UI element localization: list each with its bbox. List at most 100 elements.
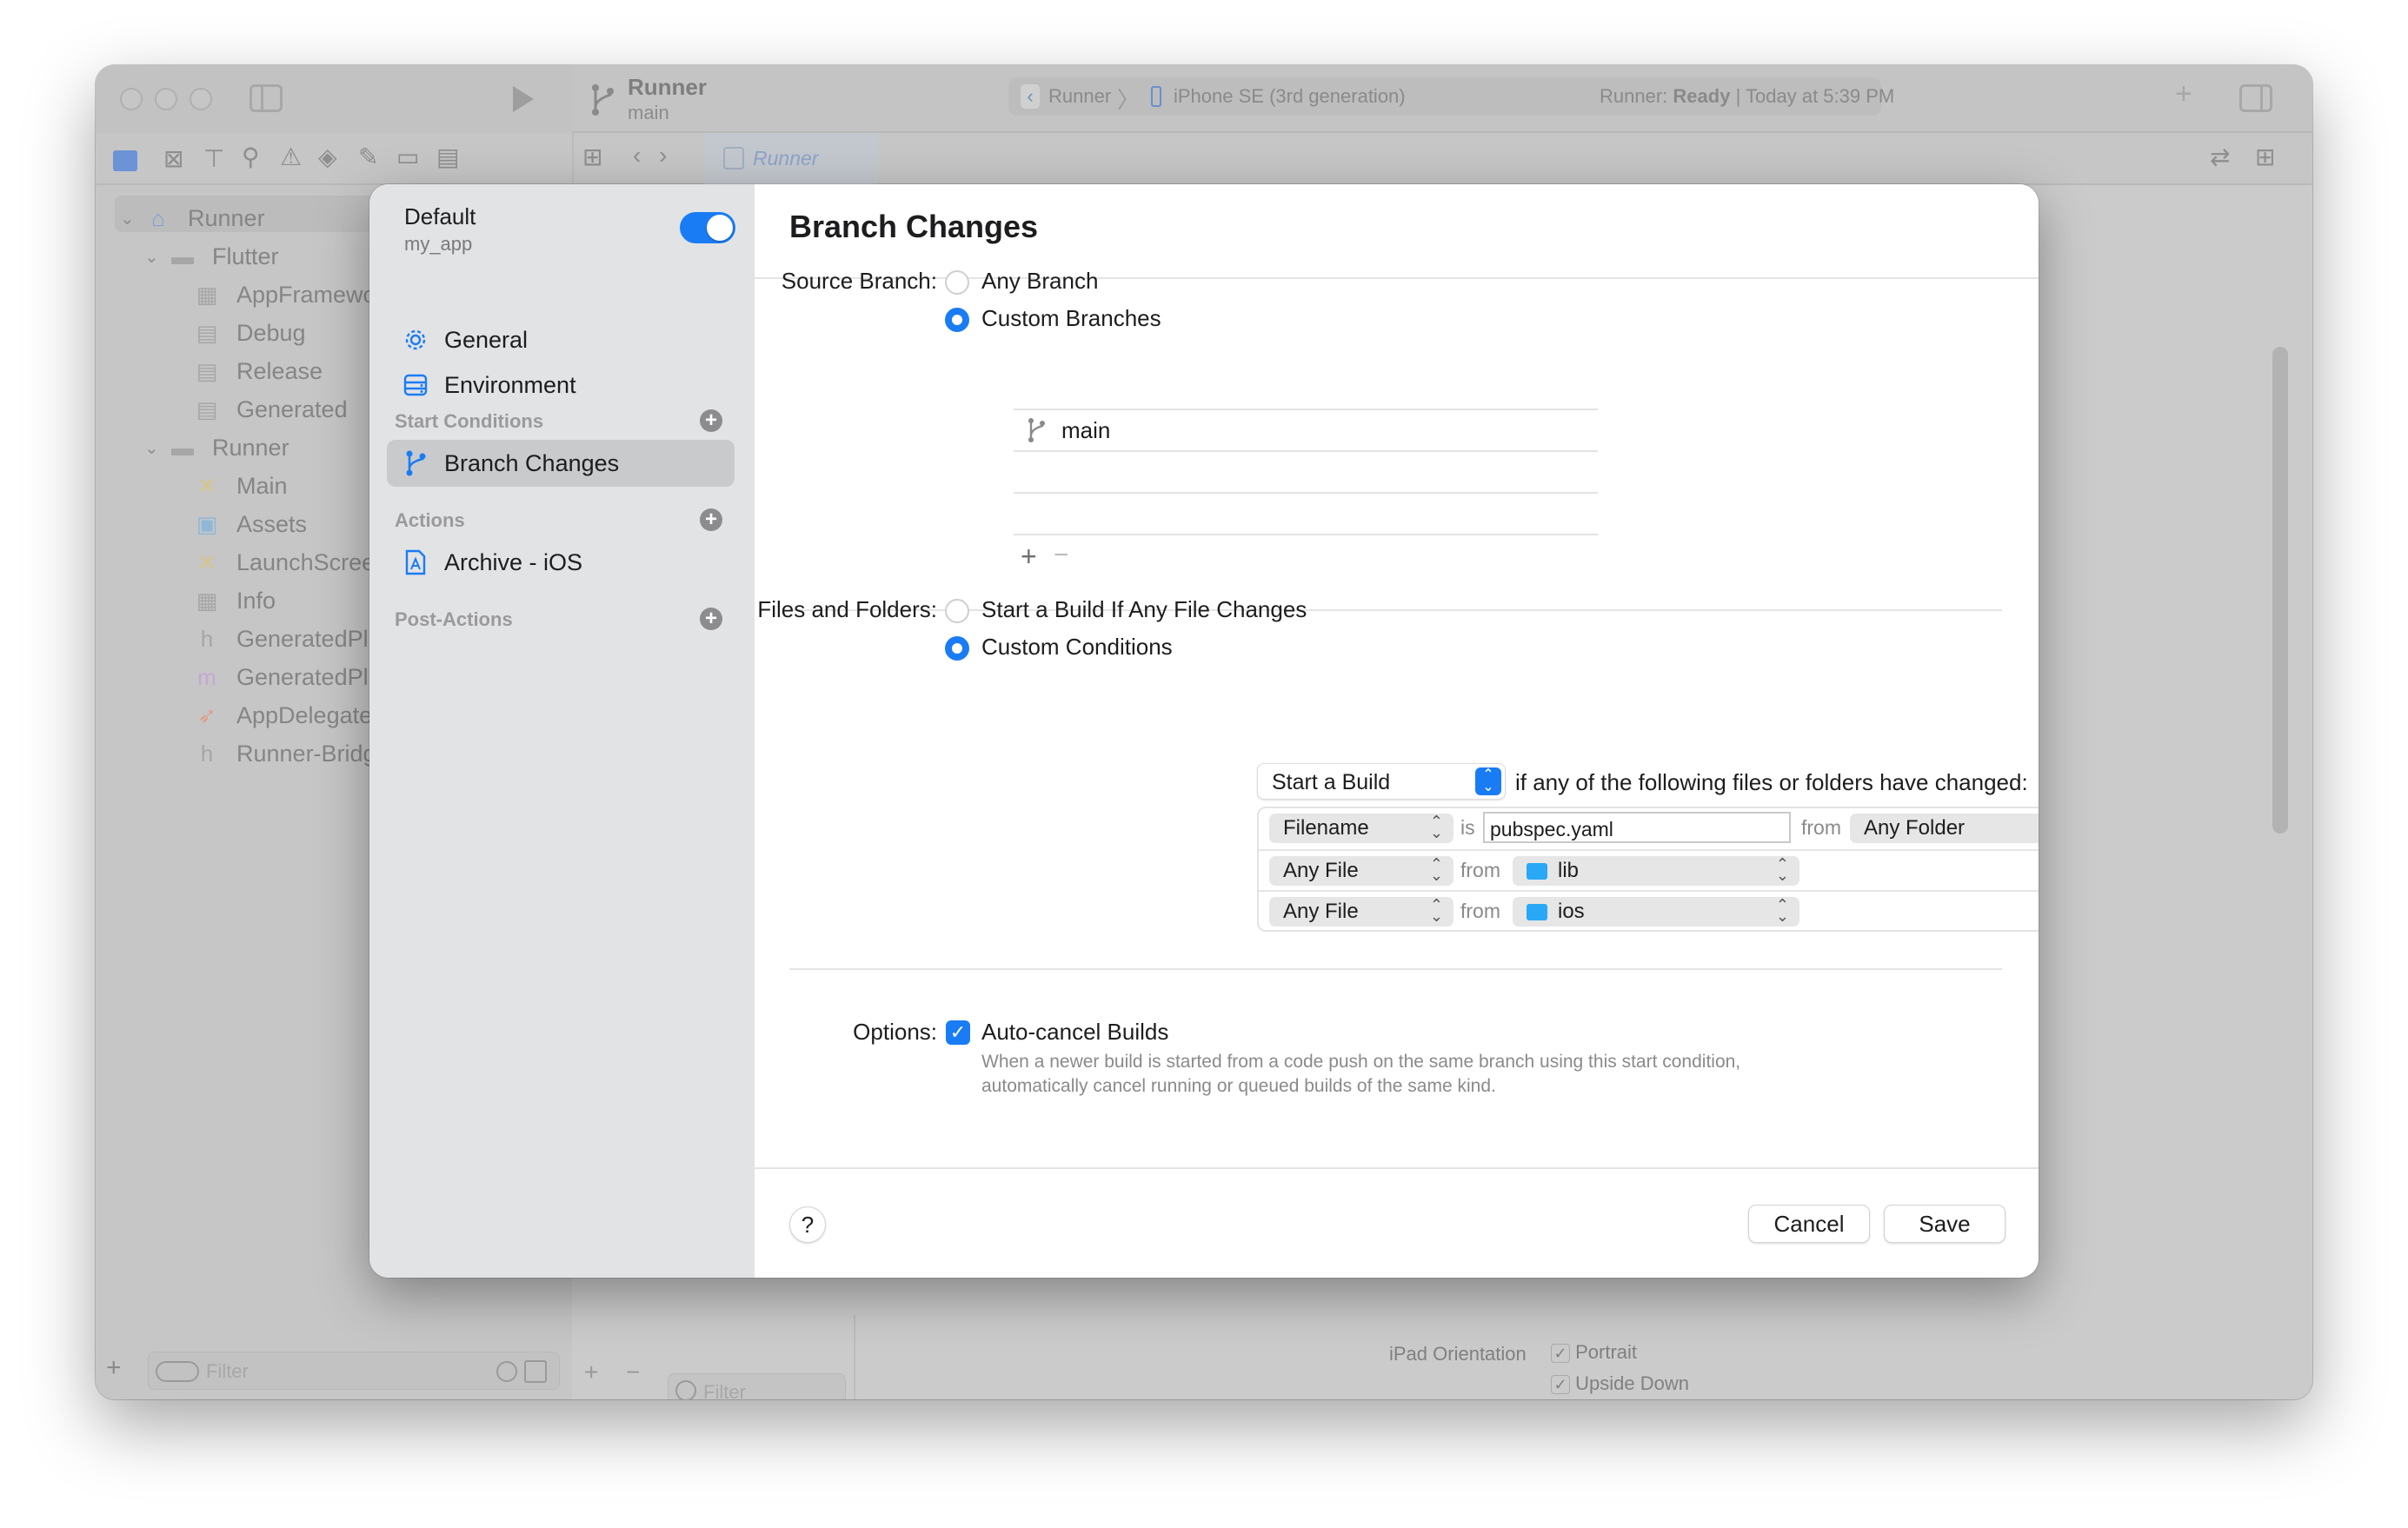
debug-navigator-tab[interactable]: ✎ [358, 145, 378, 169]
report-navigator-tab[interactable]: ▤ [436, 145, 459, 169]
navigator-item[interactable]: ▦ Info [169, 581, 276, 620]
symbol-navigator-tab[interactable]: ⊤ [203, 147, 224, 171]
build-action-value: Start a Build [1272, 770, 1391, 794]
sidebar-item-branch-changes[interactable]: Branch Changes [387, 440, 735, 487]
test-navigator-tab[interactable]: ◈ [318, 145, 337, 169]
navigator-item[interactable]: ▤ Generated [169, 390, 348, 429]
navigator-item[interactable]: h GeneratedPlu [169, 620, 382, 658]
scheme-name[interactable]: Runner [628, 74, 707, 101]
related-items-button[interactable]: ⊞ [582, 145, 602, 169]
editor-tab-runner[interactable]: Runner [704, 133, 878, 185]
custom-conditions-label[interactable]: Custom Conditions [981, 634, 1173, 661]
navigator-item[interactable]: ✕ LaunchScreen [169, 543, 388, 581]
condition-type-popup[interactable]: Any File ⌃ ⌄ [1269, 897, 1453, 927]
section-divider [789, 609, 2002, 611]
run-destination[interactable]: iPhone SE (3rd generation) [1174, 85, 1406, 108]
folder-popup[interactable]: lib ⌃ ⌄ [1513, 856, 1799, 886]
section-actions: Actions [395, 509, 465, 531]
navigator-item[interactable]: h Runner-Bridg [169, 734, 376, 773]
add-branch-button[interactable]: + [1021, 541, 1037, 573]
navigator-item[interactable]: ⌄ ⌂ Runner [120, 199, 265, 237]
project-navigator-tab[interactable] [113, 150, 137, 171]
add-library-button[interactable]: + [2175, 77, 2192, 111]
save-button[interactable]: Save [1884, 1205, 2006, 1243]
swap-arrows-icon[interactable]: ⇄ [2210, 145, 2230, 169]
workflow-enabled-toggle[interactable] [680, 212, 735, 243]
navigator-item[interactable]: ⌄ ▬ Runner [144, 429, 289, 467]
navigator-item[interactable]: ➶ AppDelegate [169, 696, 372, 734]
popup-arrows-icon: ⌃ ⌄ [1475, 767, 1501, 795]
navigator-item-label: Info [236, 587, 276, 614]
remove-target-button[interactable]: − [626, 1359, 640, 1386]
folder-popup[interactable]: Any Folder⌃⌄ [1850, 814, 2039, 843]
add-editor-button[interactable]: ⊞ [2255, 145, 2275, 169]
custom-branches-label[interactable]: Custom Branches [981, 305, 1161, 332]
disclosure-chevron-icon[interactable]: ⌄ [120, 208, 141, 229]
back-button[interactable]: ‹ [633, 143, 641, 168]
recent-files-icon[interactable] [496, 1361, 517, 1382]
source-control-navigator-tab[interactable]: ⊠ [163, 147, 183, 171]
disclosure-chevron-icon[interactable]: ⌄ [144, 246, 165, 268]
folder-popup[interactable]: ios ⌃ ⌄ [1513, 897, 1799, 927]
filename-input[interactable]: pubspec.yaml [1483, 812, 1791, 843]
condition-type-popup[interactable]: Any File ⌃ ⌄ [1269, 856, 1453, 886]
help-button[interactable]: ? [789, 1206, 826, 1243]
condition-type-popup[interactable]: Filename ⌃ ⌄ [1269, 814, 1453, 843]
navigator-item[interactable]: ✕ Main [169, 467, 287, 505]
sidebar-item-label: General [444, 326, 529, 353]
auto-cancel-label[interactable]: Auto-cancel Builds [981, 1019, 1168, 1046]
portrait-checkbox[interactable]: ✓ Portrait [1551, 1341, 1637, 1364]
navigator-item[interactable]: ▣ Assets [169, 505, 307, 543]
folder-icon [1527, 862, 1547, 880]
filter-options-icon[interactable] [156, 1361, 199, 1382]
popup-arrows-icon: ⌃ ⌄ [1429, 896, 1443, 925]
toggle-inspector-button[interactable] [2239, 84, 2272, 112]
navigator-filter-placeholder: Filter [206, 1360, 249, 1382]
navigator-item[interactable]: m GeneratedPlu [169, 658, 381, 696]
branch-list-bottom [1014, 534, 1598, 535]
forward-button[interactable]: › [659, 143, 667, 168]
auto-cancel-checkbox[interactable]: ✓ [946, 1020, 970, 1045]
custom-branches-radio[interactable] [945, 308, 969, 332]
targets-filter-field[interactable]: Filter [668, 1373, 846, 1399]
any-file-changes-label[interactable]: Start a Build If Any File Changes [981, 596, 1307, 623]
any-file-changes-radio[interactable] [945, 599, 969, 623]
branch-row-main[interactable]: main [1014, 410, 1598, 452]
custom-conditions-radio[interactable] [945, 636, 969, 661]
any-branch-label[interactable]: Any Branch [981, 268, 1098, 295]
scheme-target[interactable]: Runner [1048, 85, 1111, 108]
issue-navigator-tab[interactable]: ⚠ [280, 145, 302, 169]
source-control-filter-icon[interactable] [524, 1360, 547, 1383]
run-button[interactable] [513, 86, 534, 112]
add-action-button[interactable]: + [700, 508, 722, 531]
navigator-item[interactable]: ▦ AppFramework [169, 276, 396, 314]
find-navigator-tab[interactable]: ⚲ [242, 145, 260, 169]
upside-down-checkbox[interactable]: ✓ Upside Down [1551, 1372, 1689, 1395]
scrollbar[interactable] [2272, 347, 2288, 834]
cancel-button[interactable]: Cancel [1748, 1205, 1870, 1243]
add-post-action-button[interactable]: + [700, 608, 722, 630]
breakpoint-navigator-tab[interactable]: ▭ [396, 145, 419, 169]
any-branch-radio[interactable] [945, 270, 969, 295]
disclosure-chevron-icon[interactable]: ⌄ [144, 437, 165, 459]
activity-view: ‹ Runner 〉 iPhone SE (3rd generation) Ru… [1008, 77, 1894, 116]
navigator-item[interactable]: ⌄ ▬ Flutter [144, 237, 279, 276]
build-action-popup[interactable]: Start a Build ⌃ ⌄ [1257, 763, 1506, 800]
navigator-item[interactable]: ▤ Release [169, 352, 323, 390]
toggle-navigator-button[interactable] [249, 84, 283, 112]
sidebar-item-general[interactable]: General [387, 316, 735, 363]
navigator-filter-field[interactable]: Filter [148, 1352, 560, 1390]
sidebar-item-environment[interactable]: Environment [387, 362, 735, 409]
close-window-button[interactable] [120, 88, 143, 110]
add-file-button[interactable]: + [106, 1353, 122, 1383]
iphone-icon [1151, 86, 1161, 107]
navigator-item[interactable]: ▤ Debug [169, 314, 306, 352]
add-start-condition-button[interactable]: + [700, 409, 722, 432]
remove-branch-button[interactable]: − [1054, 541, 1069, 570]
source-branch-label-text: Source Branch: [781, 268, 937, 294]
add-target-button[interactable]: + [584, 1359, 598, 1386]
navigator-item-label: Debug [236, 319, 306, 346]
zoom-window-button[interactable] [190, 88, 212, 110]
sidebar-item-archive-ios[interactable]: Archive - iOS [387, 539, 735, 586]
minimize-window-button[interactable] [155, 88, 177, 110]
